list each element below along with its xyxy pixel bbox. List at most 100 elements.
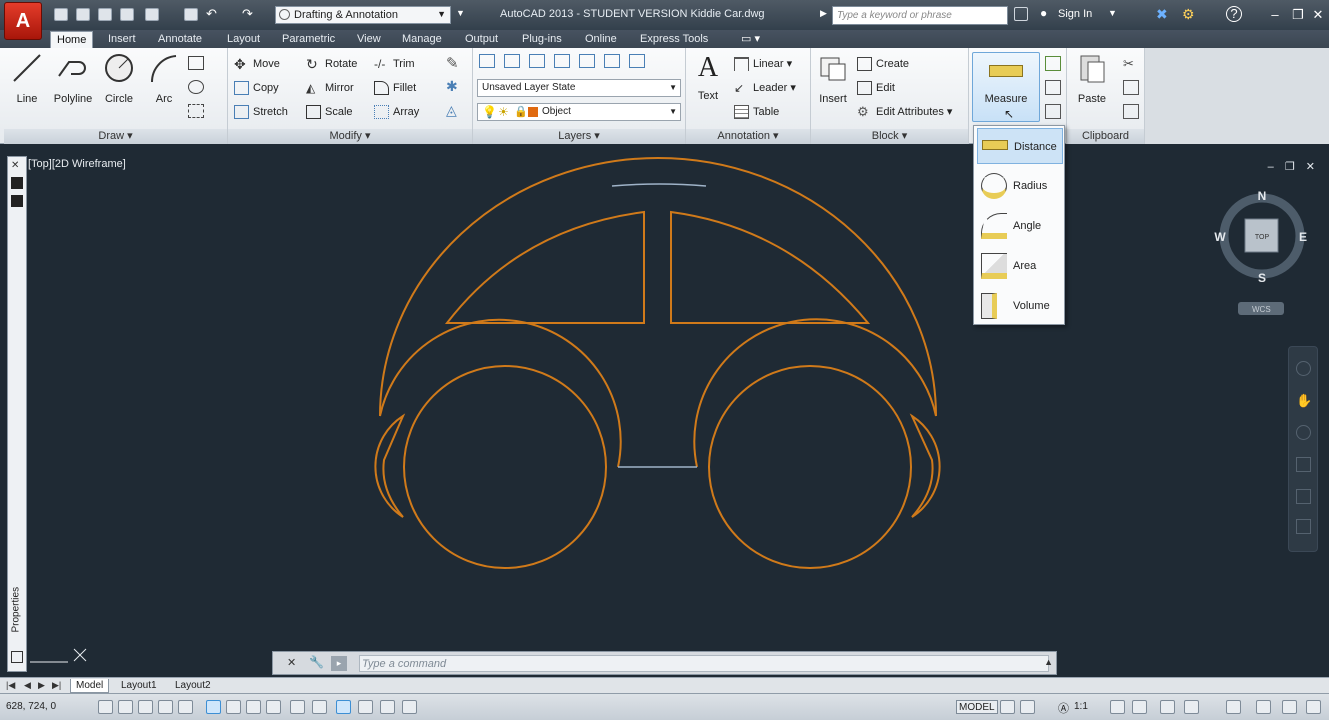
tab-parametric[interactable]: Parametric	[276, 31, 341, 48]
measure-volume-item[interactable]: Volume	[977, 288, 1063, 324]
hardware-acceleration-icon[interactable]	[1226, 700, 1241, 714]
orbit-icon[interactable]	[1296, 457, 1311, 472]
otrack-toggle[interactable]	[246, 700, 261, 714]
stretch-button[interactable]: Stretch	[234, 102, 288, 122]
search-expand-icon[interactable]: ▶	[820, 8, 827, 19]
layer-previous-icon[interactable]	[554, 54, 571, 68]
restore-viewport-icon[interactable]: ❐	[1285, 161, 1295, 173]
ortho-toggle[interactable]	[158, 700, 173, 714]
quick-properties-toggle[interactable]	[358, 700, 373, 714]
close-button[interactable]: ✕	[1305, 6, 1329, 24]
save-icon[interactable]	[98, 8, 112, 21]
close-icon[interactable]: ✕	[11, 160, 19, 171]
dynamic-input-toggle[interactable]	[290, 700, 305, 714]
fillet-button[interactable]: Fillet	[374, 78, 416, 98]
quick-view-drawings-icon[interactable]	[1020, 700, 1035, 714]
sign-in-dropdown-icon[interactable]: ▼	[1108, 8, 1117, 18]
binoculars-icon[interactable]	[1014, 7, 1028, 21]
mirror-button[interactable]: ◭ Mirror	[306, 78, 354, 98]
lock-ui-icon[interactable]	[1184, 700, 1199, 714]
plot-icon[interactable]	[184, 8, 198, 21]
grid-toggle[interactable]	[138, 700, 153, 714]
compass-south[interactable]: S	[1258, 271, 1266, 285]
erase-icon[interactable]: ✎	[446, 54, 464, 72]
tab-manage[interactable]: Manage	[396, 31, 448, 48]
autohide-icon[interactable]	[11, 177, 23, 189]
showmotion-icon[interactable]	[1296, 489, 1311, 504]
tab-plug-ins[interactable]: Plug-ins	[516, 31, 568, 48]
layer-state-dropdown[interactable]: Unsaved Layer State ▼	[477, 79, 681, 97]
compass-north[interactable]: N	[1258, 189, 1267, 203]
edit-block-button[interactable]: Edit	[857, 78, 895, 98]
tab-express-tools[interactable]: Express Tools	[634, 31, 714, 48]
help-search-input[interactable]: Type a keyword or phrase	[832, 6, 1008, 25]
annotation-scale-icon[interactable]: Ⓐ	[1058, 700, 1069, 716]
layer-properties-icon[interactable]	[479, 54, 495, 68]
tab-insert[interactable]: Insert	[102, 31, 142, 48]
annotation-panel-title[interactable]: Annotation ▾	[686, 129, 810, 144]
move-button[interactable]: ✥ Move	[234, 54, 280, 74]
lineweight-toggle[interactable]	[312, 700, 327, 714]
polyline-button[interactable]: Polyline	[48, 52, 98, 112]
status-menu-icon[interactable]	[1282, 700, 1297, 714]
tab-layout2[interactable]: Layout2	[170, 679, 216, 693]
osnap-toggle[interactable]	[206, 700, 221, 714]
offset-icon[interactable]: ◬	[446, 102, 464, 120]
match-properties-icon[interactable]	[1123, 104, 1139, 119]
annotation-visibility-icon[interactable]	[1110, 700, 1125, 714]
copy-clip-icon[interactable]	[1123, 80, 1139, 95]
recent-commands-icon[interactable]: ▸	[331, 656, 347, 671]
close-icon[interactable]: ✕	[287, 656, 296, 669]
first-tab-icon[interactable]: |◀	[6, 680, 15, 691]
explode-icon[interactable]: ✱	[446, 78, 464, 96]
command-history-icon[interactable]: ▲	[1044, 657, 1053, 667]
transparency-toggle[interactable]	[336, 700, 351, 714]
annotation-monitor-toggle[interactable]	[402, 700, 417, 714]
minimize-viewport-icon[interactable]: –	[1268, 161, 1274, 173]
calculator-icon[interactable]	[1045, 104, 1061, 119]
annotation-scale-value[interactable]: 1:1	[1074, 701, 1088, 712]
measure-area-item[interactable]: Area	[977, 248, 1063, 284]
quick-calc-icon[interactable]	[1045, 56, 1061, 71]
scale-button[interactable]: Scale	[306, 102, 353, 122]
copy-button[interactable]: Copy	[234, 78, 279, 98]
ellipse-icon[interactable]	[188, 80, 204, 94]
last-tab-icon[interactable]: ▶|	[52, 680, 61, 691]
sign-in-link[interactable]: Sign In	[1058, 8, 1092, 20]
workspace-switching-icon[interactable]	[1160, 700, 1175, 714]
save-as-icon[interactable]	[120, 8, 134, 21]
table-button[interactable]: Table	[734, 102, 779, 122]
arc-button[interactable]: Arc	[143, 52, 185, 112]
measure-radius-item[interactable]: Radius	[977, 168, 1063, 204]
steering-wheel-icon[interactable]	[1296, 361, 1311, 376]
3dosnap-toggle[interactable]	[226, 700, 241, 714]
block-panel-title[interactable]: Block ▾	[811, 129, 968, 144]
tab-home[interactable]: Home	[50, 31, 94, 48]
polar-toggle[interactable]	[178, 700, 193, 714]
open-icon[interactable]	[76, 8, 90, 21]
measure-angle-item[interactable]: Angle	[977, 208, 1063, 244]
selection-cycling-toggle[interactable]	[380, 700, 395, 714]
clean-screen-icon[interactable]	[1306, 700, 1321, 714]
rectangle-icon[interactable]	[188, 56, 204, 70]
isolate-objects-icon[interactable]	[1256, 700, 1271, 714]
hatch-icon[interactable]	[188, 104, 204, 118]
layer-dropdown[interactable]: 💡 ☀ 🔒 Object ▼	[477, 103, 681, 121]
tab-online[interactable]: Online	[579, 31, 623, 48]
close-viewport-icon[interactable]: ✕	[1306, 161, 1315, 173]
drawing-area[interactable]	[0, 152, 1329, 677]
layer-match-icon[interactable]	[529, 54, 546, 68]
layer-isolate-icon[interactable]	[579, 54, 596, 68]
cut-icon[interactable]: ✂	[1123, 56, 1139, 71]
layer-freeze-icon[interactable]	[629, 54, 646, 68]
zoom-icon[interactable]	[1296, 425, 1311, 440]
new-icon[interactable]	[54, 8, 68, 21]
palette-options-icon[interactable]	[11, 195, 23, 207]
undo-icon[interactable]: ↶	[206, 7, 220, 21]
text-button[interactable]: A Text	[688, 52, 728, 112]
layer-state-icon[interactable]	[504, 54, 521, 68]
tab-view[interactable]: View	[351, 31, 387, 48]
previous-tab-icon[interactable]: ◀	[24, 680, 31, 691]
palette-icon[interactable]	[11, 651, 23, 663]
tab-annotate[interactable]: Annotate	[152, 31, 208, 48]
